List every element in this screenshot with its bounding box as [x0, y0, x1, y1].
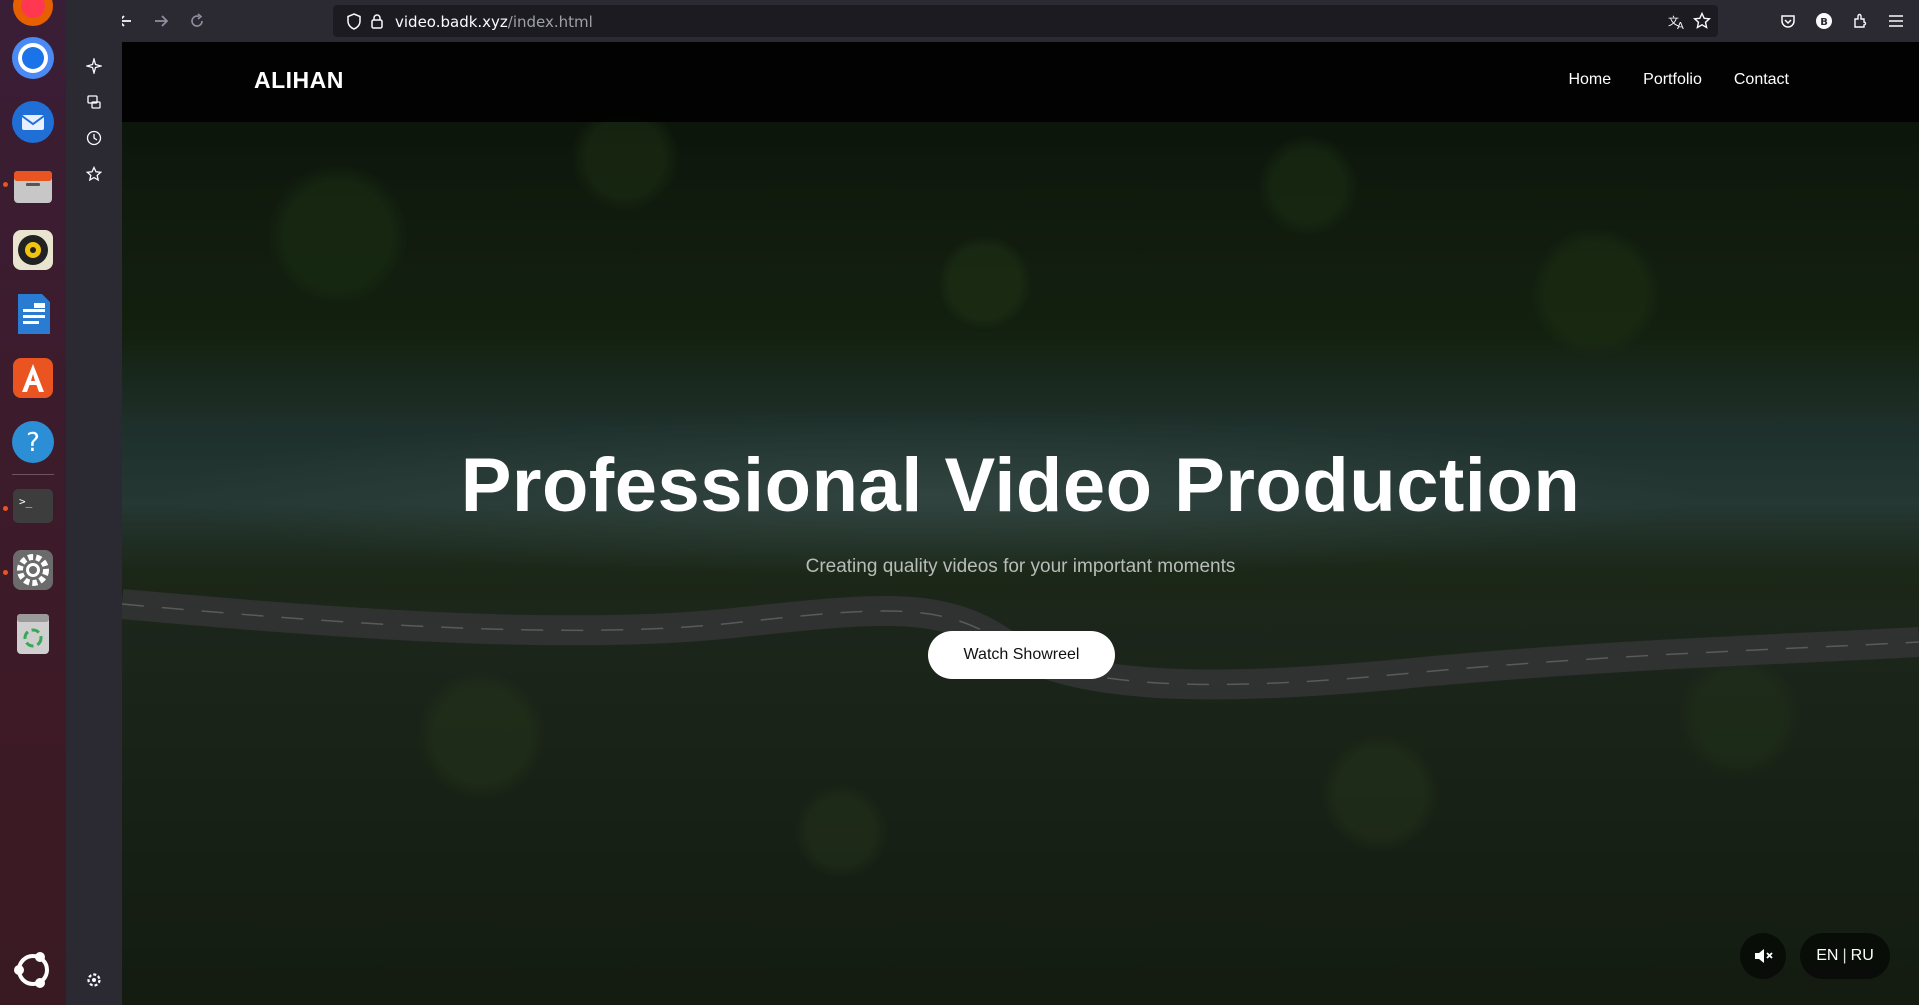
translate-icon[interactable]: 文A: [1668, 13, 1686, 30]
ubuntu-logo-icon[interactable]: [9, 946, 57, 994]
app-center-icon[interactable]: [9, 354, 57, 402]
settings-icon[interactable]: [9, 546, 57, 594]
address-bar[interactable]: video.badk.xyz/index.html 文A: [333, 5, 1718, 37]
web-page: ALIHAN Home Portfolio Contact Profession…: [122, 42, 1919, 1005]
volume-mute-icon: [1755, 949, 1773, 963]
hero-title: Professional Video Production: [460, 443, 1581, 528]
ubuntu-dock: ? >_: [0, 0, 66, 1005]
nav-portfolio[interactable]: Portfolio: [1643, 71, 1702, 89]
bookmark-star-icon[interactable]: [1693, 12, 1711, 30]
site-header: ALIHAN Home Portfolio Contact: [122, 42, 1919, 122]
trash-icon[interactable]: [9, 610, 57, 658]
reload-icon[interactable]: [182, 6, 212, 36]
ai-chatbot-icon[interactable]: [80, 52, 108, 80]
language-switcher: EN | RU: [1800, 933, 1890, 979]
menu-icon[interactable]: [1881, 6, 1911, 36]
firefox-icon[interactable]: [9, 0, 57, 30]
history-icon[interactable]: [80, 124, 108, 152]
browser-toolbar: video.badk.xyz/index.html 文A B: [66, 0, 1919, 42]
site-logo[interactable]: ALIHAN: [254, 67, 344, 94]
sidebar-settings-icon[interactable]: [80, 966, 108, 994]
lang-en[interactable]: EN: [1816, 947, 1838, 965]
main-nav: Home Portfolio Contact: [1568, 71, 1789, 89]
hero-subtitle: Creating quality videos for your importa…: [805, 556, 1236, 577]
chromium-icon[interactable]: [9, 34, 57, 82]
account-avatar-icon[interactable]: B: [1809, 6, 1839, 36]
svg-text:>_: >_: [19, 495, 33, 508]
watch-showreel-button[interactable]: Watch Showreel: [928, 631, 1115, 679]
url-path: /index.html: [507, 13, 593, 31]
lang-ru[interactable]: RU: [1851, 947, 1874, 965]
rhythmbox-icon[interactable]: [9, 226, 57, 274]
url-host: video.badk.xyz: [395, 13, 508, 31]
nav-contact[interactable]: Contact: [1734, 71, 1789, 89]
files-icon[interactable]: [9, 162, 57, 210]
svg-text:?: ?: [26, 428, 40, 458]
lock-icon[interactable]: [370, 13, 384, 29]
pocket-icon[interactable]: [1773, 6, 1803, 36]
url-text[interactable]: video.badk.xyz/index.html: [395, 13, 593, 31]
terminal-icon[interactable]: >_: [9, 482, 57, 530]
svg-text:A: A: [1677, 21, 1684, 30]
writer-icon[interactable]: [9, 290, 57, 338]
bookmarks-icon[interactable]: [80, 160, 108, 188]
tracking-protection-icon[interactable]: [346, 13, 362, 30]
svg-text:B: B: [1820, 17, 1828, 28]
thunderbird-icon[interactable]: [9, 98, 57, 146]
browser-sidebar: [66, 0, 122, 1005]
lang-separator: |: [1842, 947, 1847, 964]
forward-icon[interactable]: [146, 6, 176, 36]
mute-button[interactable]: [1740, 933, 1786, 979]
synced-tabs-icon[interactable]: [80, 88, 108, 116]
extensions-icon[interactable]: [1845, 6, 1875, 36]
help-icon[interactable]: ?: [9, 418, 57, 466]
nav-home[interactable]: Home: [1568, 71, 1611, 89]
